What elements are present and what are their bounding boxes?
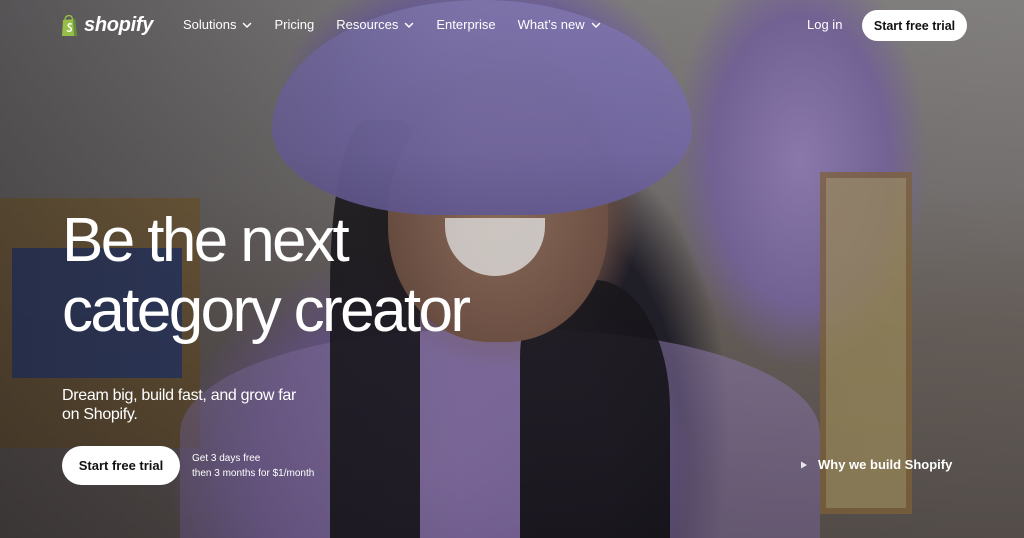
logo-wordmark: shopify xyxy=(84,14,154,36)
nav-item-enterprise[interactable]: Enterprise xyxy=(436,17,495,32)
hero-headline: Be the next category creator xyxy=(62,206,471,346)
nav-item-whats-new[interactable]: What’s new xyxy=(518,17,601,32)
nav-item-solutions[interactable]: Solutions xyxy=(183,17,252,32)
chevron-down-icon xyxy=(591,22,600,28)
why-we-build-shopify-label: Why we build Shopify xyxy=(818,457,953,472)
trial-offer-line-1: Get 3 days free xyxy=(192,453,261,464)
nav-item-label: Enterprise xyxy=(436,17,496,32)
shopify-bag-icon xyxy=(62,14,78,37)
nav-item-label: Solutions xyxy=(183,17,237,32)
chevron-down-icon xyxy=(405,22,414,28)
trial-offer-note: Get 3 days free then 3 months for $1/mon… xyxy=(192,451,314,481)
nav-item-label: Resources xyxy=(336,17,399,32)
nav-item-label: What’s new xyxy=(517,17,585,32)
hero-start-free-trial-button[interactable]: Start free trial xyxy=(62,446,180,485)
landing-page: shopify Solutions Pricing Resources Ente… xyxy=(0,0,1024,538)
hero-headline-line-2: category creator xyxy=(62,276,471,345)
play-icon xyxy=(801,461,807,468)
hero-subtitle: Dream big, build fast, and grow far on S… xyxy=(62,387,297,423)
nav-item-pricing[interactable]: Pricing xyxy=(274,17,314,32)
chevron-down-icon xyxy=(243,22,252,28)
hero-headline-line-1: Be the next xyxy=(62,206,350,275)
nav-start-free-trial-button[interactable]: Start free trial xyxy=(862,10,967,41)
nav-links: Solutions Pricing Resources Enterprise W… xyxy=(183,17,601,32)
login-link[interactable]: Log in xyxy=(807,17,842,32)
shopify-logo[interactable]: shopify xyxy=(62,14,153,37)
trial-offer-line-2: then 3 months for $1/month xyxy=(192,468,315,479)
nav-item-resources[interactable]: Resources xyxy=(336,17,414,32)
nav-item-label: Pricing xyxy=(274,17,315,32)
why-we-build-shopify-link[interactable]: Why we build Shopify xyxy=(800,457,952,472)
top-nav: shopify Solutions Pricing Resources Ente… xyxy=(0,0,1024,52)
